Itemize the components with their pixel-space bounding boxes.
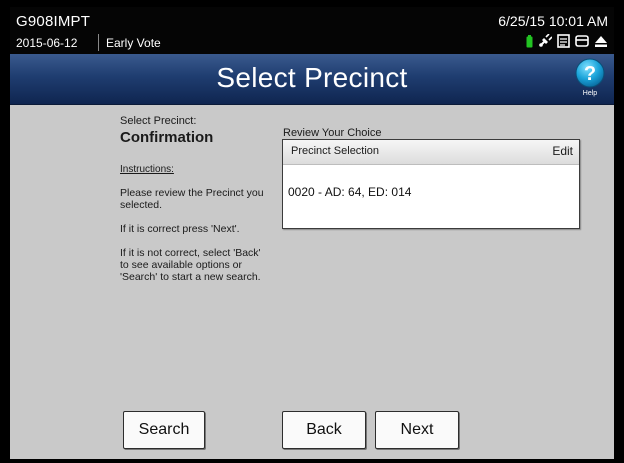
card-header: Precinct Selection Edit: [283, 140, 579, 165]
next-button[interactable]: Next: [375, 411, 459, 449]
status-icons: [526, 34, 608, 48]
instruction-review: Please review the Precinct you selected.: [120, 187, 264, 211]
card-header-label: Precinct Selection: [291, 145, 380, 157]
printer-icon: [557, 34, 570, 48]
status-divider: [98, 34, 99, 51]
instructions-label: Instructions:: [120, 164, 174, 175]
instructions-panel: Select Precinct: Confirmation Instructio…: [120, 115, 265, 283]
step-label: Select Precinct:: [120, 115, 197, 127]
election-date: 2015-06-12: [16, 36, 78, 50]
instruction-next: If it is correct press 'Next'.: [120, 223, 240, 235]
edit-button[interactable]: Edit: [552, 144, 573, 158]
selected-precinct: 0020 - AD: 64, ED: 014: [288, 185, 412, 199]
kiosk-screen: G908IMPT 2015-06-12 Early Vote 6/25/15 1…: [10, 7, 614, 459]
battery-icon: [526, 34, 533, 48]
help-button[interactable]: ? Help: [574, 57, 606, 99]
eject-icon: [594, 34, 608, 48]
vote-mode: Early Vote: [106, 36, 161, 50]
datetime: 6/25/15 10:01 AM: [498, 13, 608, 29]
plug-icon: [538, 34, 552, 48]
help-label: Help: [582, 90, 598, 97]
back-button[interactable]: Back: [282, 411, 366, 449]
help-icon: ?: [575, 58, 605, 88]
title-bar: Select Precinct ? Help: [10, 54, 614, 105]
instruction-back-search: If it is not correct, select 'Back' to s…: [120, 247, 261, 283]
svg-text:?: ?: [584, 63, 596, 85]
page-title: Select Precinct: [216, 62, 408, 93]
ballot-icon: [575, 34, 589, 48]
step-heading: Confirmation: [120, 129, 214, 146]
election-code: G908IMPT: [16, 13, 91, 30]
search-button[interactable]: Search: [123, 411, 205, 449]
review-label: Review Your Choice: [283, 127, 382, 139]
precinct-selection-card: Precinct Selection Edit 0020 - AD: 64, E…: [282, 139, 580, 229]
main-content: Select Precinct: Confirmation Instructio…: [10, 105, 614, 459]
status-bar: G908IMPT 2015-06-12 Early Vote 6/25/15 1…: [10, 7, 614, 54]
